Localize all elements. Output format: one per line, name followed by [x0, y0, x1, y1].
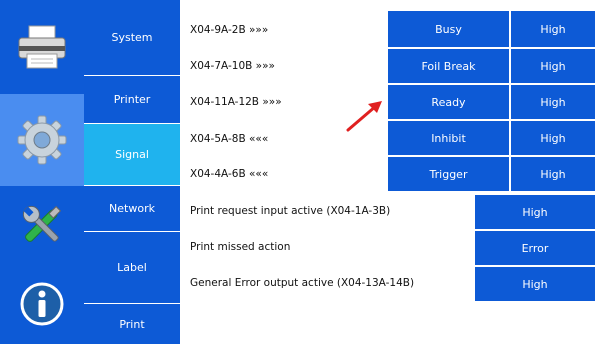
- menu-item-label: Print: [119, 317, 145, 331]
- signal-level: High: [540, 22, 566, 36]
- setting-value: High: [522, 277, 548, 291]
- connector-label: X04-7A-10B »»»: [190, 60, 275, 72]
- menu-item-label: Network: [109, 202, 155, 215]
- signal-busy-button[interactable]: Busy: [387, 10, 510, 48]
- icon-rail: [0, 0, 84, 344]
- signal-ready-level-button[interactable]: High: [510, 84, 596, 120]
- setting-label: Print request input active (X04-1A-3B): [190, 205, 391, 217]
- menu-item-system[interactable]: System: [84, 0, 180, 76]
- menu-item-printer[interactable]: Printer: [84, 76, 180, 124]
- menu-item-label: Label: [117, 261, 147, 274]
- connector-label: X04-5A-8B «««: [190, 133, 269, 145]
- print-missed-action-button[interactable]: Error: [474, 230, 596, 266]
- setting-label: Print missed action: [190, 241, 291, 253]
- signal-level: High: [540, 95, 566, 109]
- signal-inhibit-button[interactable]: Inhibit: [387, 120, 510, 156]
- annotation-arrow-icon: [346, 101, 382, 132]
- signal-name: Trigger: [429, 167, 468, 181]
- signal-name: Busy: [435, 22, 462, 36]
- connector-label: X04-11A-12B »»»: [190, 96, 282, 108]
- connector-label: X04-9A-2B »»»: [190, 24, 269, 36]
- general-error-level-button[interactable]: High: [474, 266, 596, 302]
- menu-item-print[interactable]: Print: [84, 304, 180, 344]
- signal-level: High: [540, 131, 566, 145]
- signal-name: Foil Break: [421, 59, 476, 73]
- tools-icon: [22, 205, 62, 242]
- signal-foil-break-button[interactable]: Foil Break: [387, 48, 510, 84]
- signal-ready-button[interactable]: Ready: [387, 84, 510, 120]
- gear-icon: [17, 115, 67, 165]
- signal-foil-break-level-button[interactable]: High: [510, 48, 596, 84]
- menu-item-signal[interactable]: Signal: [84, 124, 180, 186]
- setting-value: Error: [521, 241, 549, 255]
- signal-name: Ready: [431, 95, 466, 109]
- signal-trigger-level-button[interactable]: High: [510, 156, 596, 192]
- menu-item-label: System: [111, 31, 153, 44]
- info-icon: [20, 282, 64, 326]
- menu-item-label: Printer: [113, 93, 151, 106]
- setting-label: General Error output active (X04-13A-14B…: [190, 277, 415, 289]
- signal-level: High: [540, 59, 566, 73]
- signal-trigger-button[interactable]: Trigger: [387, 156, 510, 192]
- rail-tools[interactable]: [0, 186, 84, 264]
- connector-label: X04-4A-6B «««: [190, 168, 269, 180]
- menu-item-label-settings[interactable]: Label: [84, 232, 180, 304]
- menu-item-label: Signal: [115, 148, 149, 161]
- rail-settings[interactable]: [0, 94, 84, 186]
- setting-value: High: [522, 205, 548, 219]
- printer-icon: [18, 25, 66, 69]
- signal-inhibit-level-button[interactable]: High: [510, 120, 596, 156]
- rail-printer[interactable]: [0, 0, 84, 94]
- signal-name: Inhibit: [431, 131, 466, 145]
- category-menu: System Printer Signal Network Label Prin…: [84, 0, 180, 344]
- print-request-level-button[interactable]: High: [474, 194, 596, 230]
- signal-busy-level-button[interactable]: High: [510, 10, 596, 48]
- signal-level: High: [540, 167, 566, 181]
- menu-item-network[interactable]: Network: [84, 186, 180, 232]
- rail-info[interactable]: [0, 264, 84, 344]
